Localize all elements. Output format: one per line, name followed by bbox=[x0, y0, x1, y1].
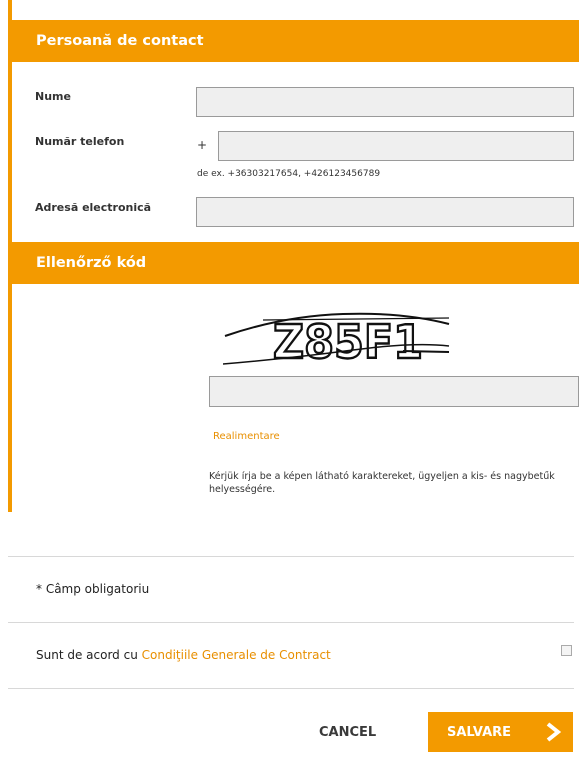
captcha-text: Z85F1 bbox=[273, 315, 423, 368]
terms-prefix: Sunt de acord cu bbox=[36, 648, 142, 662]
contact-section-title: Persoană de contact bbox=[36, 33, 204, 49]
phone-label: Număr telefon bbox=[35, 135, 125, 148]
phone-hint: de ex. +36303217654, +426123456789 bbox=[197, 169, 381, 179]
save-button[interactable]: SALVARE bbox=[428, 712, 573, 752]
captcha-reload-link[interactable]: Realimentare bbox=[213, 431, 280, 442]
captcha-image: Z85F1 bbox=[223, 312, 450, 368]
phone-prefix: + bbox=[197, 138, 208, 152]
email-label: Adresă electronică bbox=[35, 201, 152, 214]
chevron-right-icon bbox=[546, 722, 561, 742]
divider bbox=[8, 622, 574, 623]
contact-section-header: Persoană de contact bbox=[8, 20, 579, 62]
terms-link[interactable]: Condiţiile Generale de Contract bbox=[142, 648, 331, 662]
email-input[interactable] bbox=[196, 197, 574, 227]
name-input[interactable] bbox=[196, 87, 574, 117]
phone-input[interactable] bbox=[218, 131, 574, 161]
name-label: Nume bbox=[35, 90, 71, 103]
terms-row: Sunt de acord cu Condiţiile Generale de … bbox=[36, 648, 331, 662]
captcha-section-title: Ellenőrző kód bbox=[36, 255, 147, 271]
captcha-section-header: Ellenőrző kód bbox=[8, 242, 579, 284]
save-button-label: SALVARE bbox=[447, 724, 512, 740]
required-note: * Câmp obligatoriu bbox=[36, 582, 150, 596]
divider bbox=[8, 688, 574, 689]
captcha-input[interactable] bbox=[209, 376, 579, 407]
divider bbox=[8, 556, 574, 557]
terms-checkbox[interactable] bbox=[561, 645, 572, 656]
captcha-help-text: Kérjük írja be a képen látható karaktere… bbox=[209, 471, 555, 495]
cancel-button[interactable]: CANCEL bbox=[319, 725, 376, 740]
